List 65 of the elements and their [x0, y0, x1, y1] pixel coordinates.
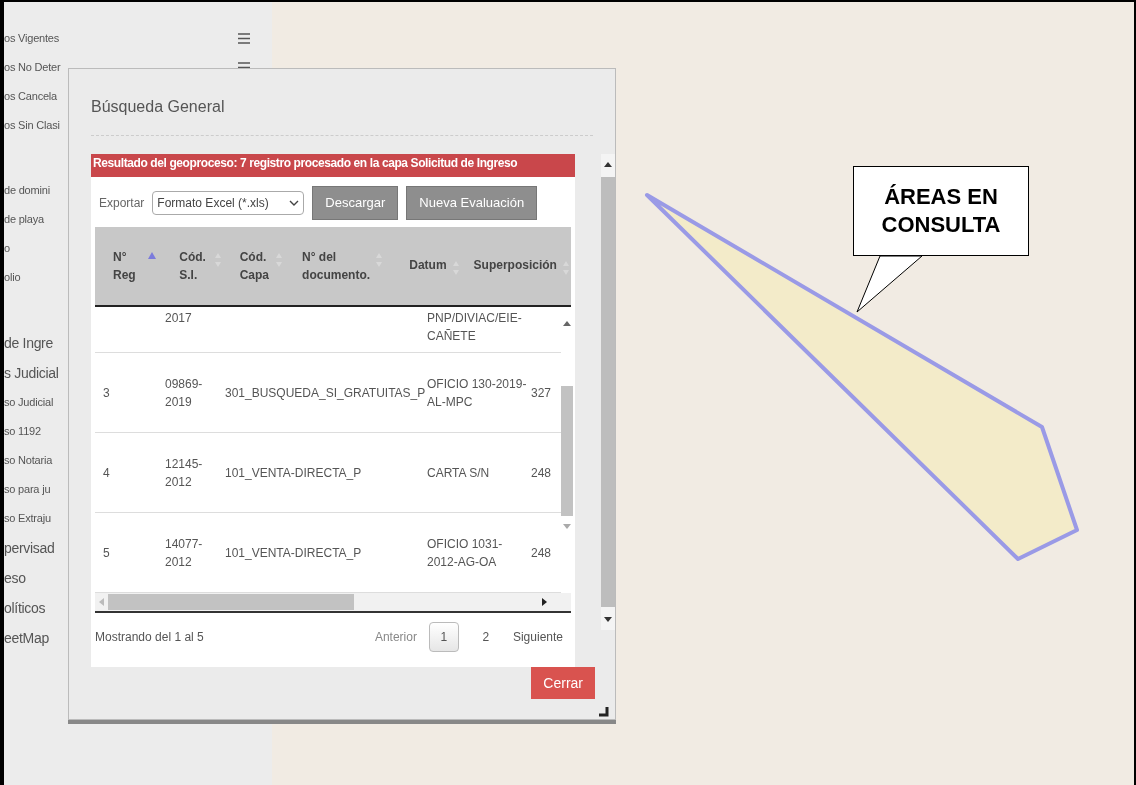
- table-cell-text: CARTA S/N: [427, 464, 491, 482]
- sidebar-item[interactable]: olio: [4, 269, 21, 286]
- horizontal-scrollbar[interactable]: [95, 593, 571, 613]
- format-select[interactable]: Formato Excel (*.xls): [152, 191, 305, 215]
- page-button[interactable]: 2: [470, 622, 501, 652]
- column-header[interactable]: Cód. Capa: [239, 248, 303, 284]
- result-banner: Resultado del geoproceso: 7 registro procesado en la capa Solicitud de Ingreso: [91, 154, 575, 177]
- table-cell-text: 3: [103, 384, 111, 402]
- table-cell-text: 248: [531, 544, 553, 562]
- table-cell-text: 101_VENTA-DIRECTA_P: [225, 544, 363, 562]
- column-header[interactable]: Datum: [409, 256, 474, 276]
- pagination-info: Mostrando del 1 al 5: [95, 629, 204, 646]
- sidebar-item[interactable]: so 1192: [4, 423, 41, 440]
- callout-pointer: [856, 255, 923, 313]
- previous-link[interactable]: Anterior: [374, 628, 417, 646]
- sort-ascending-icon[interactable]: [148, 252, 156, 260]
- table-cell-text: 4: [103, 464, 111, 482]
- sidebar-item[interactable]: de domini: [4, 182, 50, 199]
- table-cell-text: 09869-2019: [165, 375, 204, 411]
- export-label: Exportar: [98, 195, 145, 212]
- table-cell-text: 12145-2012: [165, 455, 204, 491]
- dialog-title: Búsqueda General: [91, 95, 593, 136]
- scroll-left-icon[interactable]: [99, 598, 104, 606]
- sidebar-item[interactable]: so Judicial: [4, 394, 54, 411]
- table-cell-text: 14077-2012: [165, 535, 204, 571]
- table-cell-text: PNP/DIVIAC/EIE-CAÑETE: [427, 310, 523, 345]
- sidebar-item[interactable]: os Cancela: [4, 88, 58, 105]
- sidebar-item[interactable]: so Extraju: [4, 510, 51, 527]
- sidebar-item[interactable]: os No Deter: [4, 59, 61, 76]
- table-cell-text: OFICIO 130-2019-AL-MPC: [427, 375, 528, 411]
- sidebar-item[interactable]: de playa: [4, 211, 44, 228]
- sidebar-item[interactable]: o: [4, 240, 10, 257]
- resize-handle-icon[interactable]: [599, 707, 609, 717]
- chevron-down-icon: [289, 200, 300, 206]
- sidebar-item[interactable]: eetMap: [4, 627, 49, 649]
- sidebar-item[interactable]: pervisad: [4, 537, 55, 559]
- scroll-down-icon[interactable]: [604, 617, 612, 622]
- page-button[interactable]: 1: [428, 622, 459, 652]
- sidebar-item[interactable]: os Sin Clasi: [4, 117, 60, 134]
- menu-icon[interactable]: [238, 33, 250, 44]
- column-header[interactable]: N° del documento.: [302, 248, 410, 284]
- column-header[interactable]: Cód. S.I.: [179, 248, 240, 284]
- sidebar-item[interactable]: so para ju: [4, 481, 51, 498]
- table-cell-text: 101_VENTA-DIRECTA_P: [225, 464, 363, 482]
- sidebar-item[interactable]: eso: [4, 567, 26, 589]
- dialog-scrollbar[interactable]: [601, 154, 615, 630]
- table-cell-text: OFICIO 1031-2012-AG-OA: [427, 535, 504, 571]
- scroll-right-icon[interactable]: [542, 598, 547, 606]
- sidebar-item[interactable]: s Judicial: [4, 362, 59, 384]
- table-cell-text: 327: [531, 384, 553, 402]
- table-cell-text: 248: [531, 464, 553, 482]
- scroll-up-icon[interactable]: [563, 321, 571, 326]
- column-header[interactable]: N° Reg: [113, 248, 180, 284]
- sidebar-item[interactable]: so Notaria: [4, 452, 53, 469]
- sort-icon[interactable]: [561, 260, 570, 276]
- sidebar-item[interactable]: de Ingre: [4, 332, 53, 354]
- table-cell-text: 301_BUSQUEDA_SI_GRATUITAS_P: [225, 384, 427, 402]
- table-cell-text: 2017: [165, 310, 193, 327]
- scroll-up-icon[interactable]: [604, 162, 612, 167]
- sidebar-item[interactable]: olíticos: [4, 597, 46, 619]
- next-link[interactable]: Siguiente: [512, 628, 563, 646]
- table-cell-text: 5: [103, 544, 111, 562]
- column-header[interactable]: Superposición: [473, 256, 571, 276]
- close-button[interactable]: Cerrar: [531, 667, 595, 699]
- sidebar-item[interactable]: os Vigentes: [4, 30, 60, 47]
